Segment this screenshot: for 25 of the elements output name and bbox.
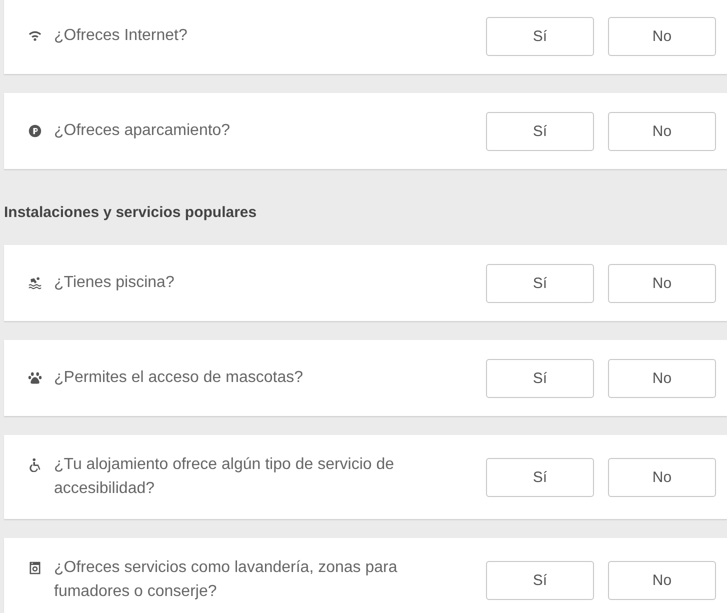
washing-machine-icon: [28, 561, 42, 575]
swimmer-icon: [28, 276, 42, 290]
question-text: ¿Ofreces aparcamiento?: [54, 121, 232, 141]
wheelchair-icon: [28, 458, 42, 472]
answer-button[interactable]: No: [608, 112, 716, 150]
section-heading: Instalaciones y servicios populares: [4, 204, 257, 221]
paw-icon: [28, 371, 42, 385]
answer-button[interactable]: Sí: [486, 112, 594, 150]
parking-icon: [28, 124, 42, 138]
answer-button[interactable]: Sí: [486, 358, 594, 398]
question-text: ¿Tienes piscina?: [54, 273, 176, 293]
answer-button[interactable]: Sí: [486, 458, 594, 496]
answer-button[interactable]: Sí: [486, 16, 594, 56]
answer-button[interactable]: No: [608, 16, 716, 56]
question-text: ¿Ofreces Internet?: [54, 26, 188, 46]
question-text: ¿Ofreces servicios como lavandería, zonas para fumadores o conserje?: [54, 558, 398, 602]
question-text: ¿Permites el acceso de mascotas?: [54, 368, 304, 388]
answer-button[interactable]: No: [608, 264, 716, 302]
wifi-icon: [28, 29, 42, 43]
answer-button[interactable]: Sí: [486, 560, 594, 600]
answer-button[interactable]: No: [608, 458, 716, 496]
answer-button[interactable]: No: [608, 358, 716, 398]
answer-button[interactable]: No: [608, 560, 716, 600]
answer-button[interactable]: Sí: [486, 264, 594, 302]
question-text: ¿Tu alojamiento ofrece algún tipo de servicio de accesibilidad?: [54, 455, 396, 499]
